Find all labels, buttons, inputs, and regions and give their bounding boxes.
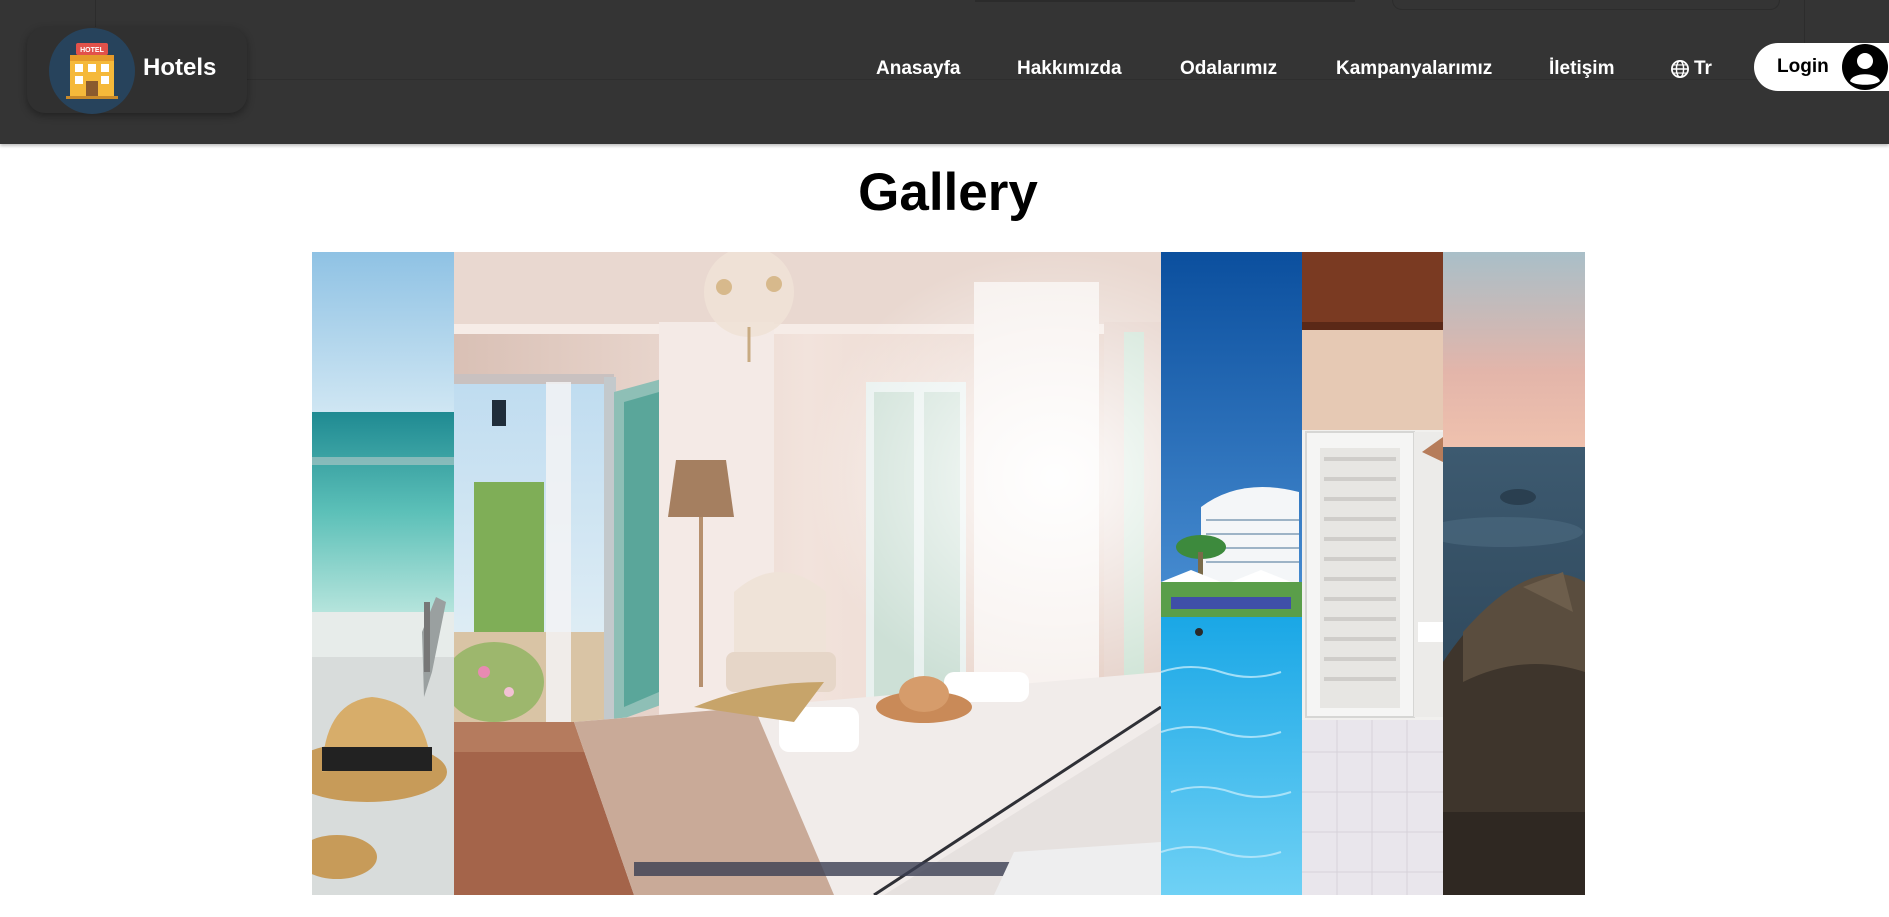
gallery-image-wardrobe[interactable] [1302,252,1443,895]
gallery-image-sunset[interactable] [1443,252,1585,895]
gallery-image-bedroom[interactable] [454,252,1161,895]
globe-icon [1671,60,1689,78]
language-label: Tr [1694,58,1712,79]
nav-link-hakkimizda[interactable]: Hakkımızda [1017,58,1122,80]
navbar-background-tab [1392,0,1780,10]
brand-name[interactable]: Hotels [143,54,216,82]
nav-link-odalarimiz[interactable]: Odalarımız [1180,58,1277,80]
gallery-image-pool[interactable] [1161,252,1302,895]
nav-link-kampanyalarimiz[interactable]: Kampanyalarımız [1336,58,1492,80]
logo-sign-text: HOTEL [80,47,104,54]
gallery-strip [312,252,1585,895]
gallery-image-beach[interactable] [312,252,454,895]
nav-link-anasayfa[interactable]: Anasayfa [876,58,961,80]
language-selector[interactable]: Tr [1671,58,1712,80]
login-button[interactable]: Login [1754,43,1889,91]
top-navbar: HOTEL Hotels Anasayfa Hakkımızda Odaları… [0,0,1889,144]
hotel-building-icon[interactable]: HOTEL [49,28,135,114]
navbar-background-line [975,0,1355,2]
gallery-title: Gallery [858,163,1038,222]
login-label: Login [1777,56,1829,77]
nav-link-iletisim[interactable]: İletişim [1549,58,1614,80]
user-avatar-icon [1842,44,1888,90]
